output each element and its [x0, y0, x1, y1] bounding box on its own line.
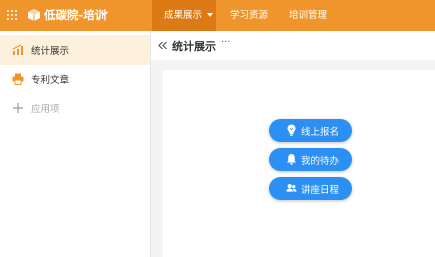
- sidebar-item-label: 应用项: [31, 104, 60, 115]
- nav-tab-label: 学习资源: [230, 10, 269, 21]
- double-chevron-left-icon[interactable]: [158, 41, 167, 50]
- nav-tab-achievements[interactable]: 成果展示: [152, 0, 216, 31]
- lecture-schedule-button[interactable]: 讲座日程: [269, 177, 352, 200]
- page-title: 统计展示: [172, 40, 216, 53]
- main-content: 统计展示 ··· 线上报名 我的待办 讲座日程: [151, 31, 435, 257]
- nav-tab-training-management[interactable]: 培训管理: [289, 0, 327, 31]
- app-title[interactable]: 低碳院-培训: [44, 7, 106, 23]
- nav-tab-label: 培训管理: [289, 10, 328, 21]
- button-label: 线上报名: [301, 127, 340, 138]
- button-label: 我的待办: [301, 156, 340, 167]
- app-logo-icon: [28, 9, 40, 21]
- plus-icon: [13, 103, 23, 113]
- top-bar: 低碳院-培训 成果展示 学习资源 培训管理: [0, 0, 435, 31]
- app-grid-icon[interactable]: [7, 10, 18, 21]
- chart-icon: [12, 44, 23, 55]
- more-icon[interactable]: ···: [221, 37, 231, 48]
- lightbulb-icon: [287, 124, 296, 136]
- sidebar-item-label: 统计展示: [31, 46, 70, 57]
- button-label: 讲座日程: [301, 185, 340, 196]
- nav-tab-learning-resources[interactable]: 学习资源: [230, 0, 268, 31]
- sidebar: 统计展示 专利文章 应用项: [0, 31, 151, 257]
- sidebar-item-statistics[interactable]: 统计展示: [0, 35, 150, 65]
- users-icon: [286, 184, 297, 192]
- online-signup-button[interactable]: 线上报名: [269, 119, 352, 142]
- chevron-down-icon[interactable]: [101, 11, 108, 16]
- sidebar-item-add-app[interactable]: 应用项: [0, 93, 150, 123]
- content-card: 线上报名 我的待办 讲座日程: [163, 70, 435, 257]
- my-todo-button[interactable]: 我的待办: [269, 148, 352, 171]
- sidebar-item-patents[interactable]: 专利文章: [0, 64, 150, 94]
- breadcrumb-bar: 统计展示 ···: [151, 31, 435, 60]
- nav-tab-label: 成果展示: [164, 10, 203, 21]
- caret-down-icon: [207, 13, 214, 17]
- bell-icon: [287, 154, 296, 165]
- printer-icon: [12, 73, 24, 85]
- sidebar-item-label: 专利文章: [31, 75, 70, 86]
